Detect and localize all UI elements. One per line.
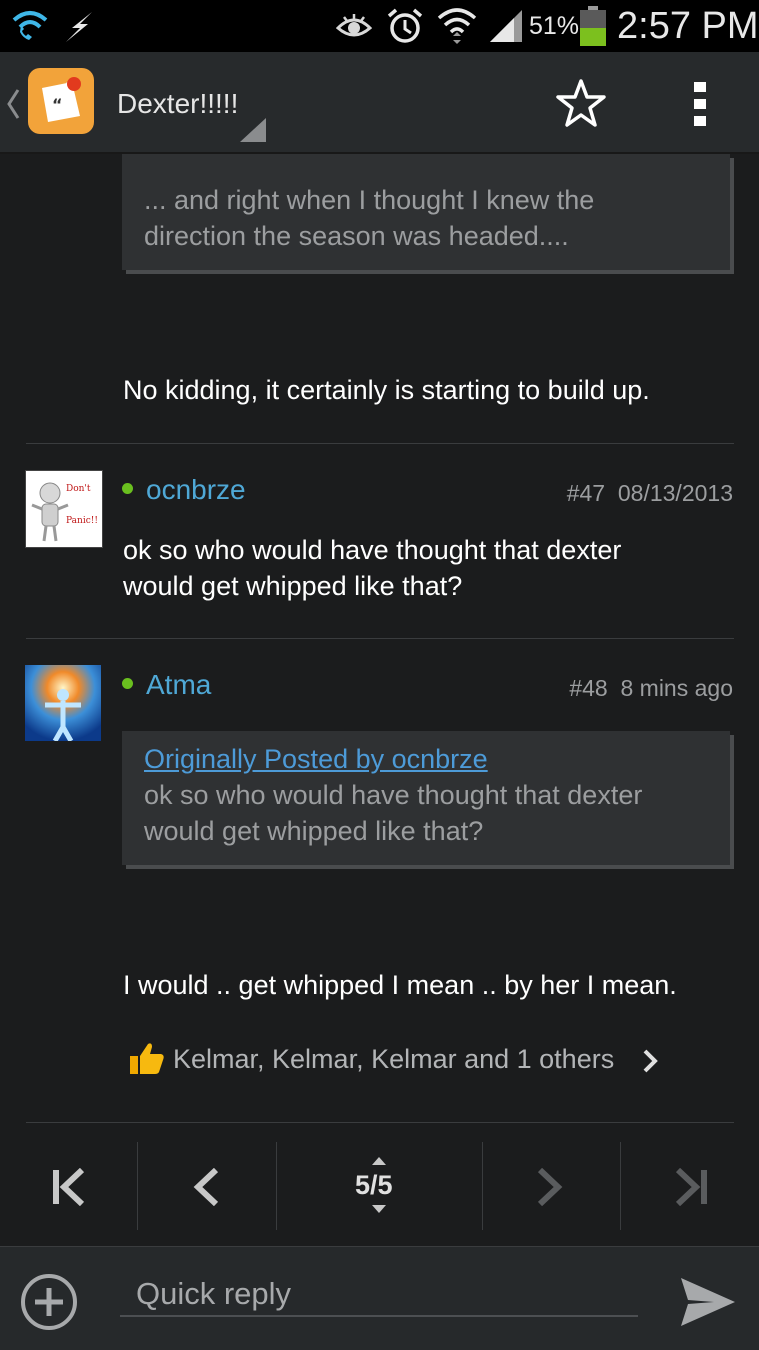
previous-page-button[interactable]	[140, 1140, 274, 1232]
first-page-icon	[53, 1168, 85, 1206]
overflow-menu-icon[interactable]	[688, 80, 712, 128]
up-navigation-button[interactable]: “	[6, 68, 106, 136]
dropdown-corner-icon	[240, 118, 266, 142]
post-date: 08/13/2013	[617, 480, 733, 506]
avatar[interactable]: Don't Panic!!	[25, 470, 103, 548]
online-status-icon	[122, 678, 133, 689]
likes-row[interactable]: Kelmar, Kelmar, Kelmar and 1 others	[120, 1034, 680, 1084]
thread-title-dropdown[interactable]: Dexter!!!!!	[108, 72, 268, 144]
wifi-calling-icon	[12, 11, 48, 40]
svg-text:“: “	[52, 95, 63, 114]
thread-posts[interactable]: ... and right when I thought I knew the …	[0, 154, 759, 1246]
post-meta: #48 8 mins ago	[569, 675, 733, 702]
thumbs-up-icon	[130, 1043, 164, 1074]
page-indicator: 5/5	[355, 1170, 393, 1200]
pagination-bar: 5/5	[0, 1140, 759, 1232]
post-number[interactable]: #48	[569, 675, 607, 701]
send-icon[interactable]	[678, 1275, 738, 1329]
battery-percent: 51%	[529, 12, 580, 40]
clock-time: 2:57 PM	[617, 5, 759, 47]
arrow-up-icon	[372, 1157, 386, 1165]
thread-title: Dexter!!!!!	[117, 88, 239, 119]
chevron-right-icon	[537, 1168, 563, 1206]
post-author[interactable]: ocnbrze	[146, 474, 246, 506]
post-body: ok so who would have thought that dexter…	[123, 532, 621, 604]
alarm-clock-icon	[387, 8, 423, 43]
quote-text-line: would get whipped like that?	[144, 816, 484, 846]
wifi-signal-icon	[437, 8, 477, 44]
last-page-icon	[675, 1168, 707, 1206]
chevron-left-icon	[193, 1168, 219, 1206]
smart-stay-eye-icon	[336, 14, 372, 37]
likes-names: Kelmar, Kelmar, Kelmar and 1 others	[173, 1044, 615, 1074]
post-divider	[26, 638, 734, 639]
post-body: I would .. get whipped I mean .. by her …	[123, 970, 677, 1000]
svg-text:Panic!!: Panic!!	[66, 516, 98, 526]
quote-block: Originally Posted by ocnbrze ok so who w…	[122, 731, 730, 865]
arrow-down-icon	[372, 1205, 386, 1213]
chevron-left-icon	[7, 89, 20, 119]
svg-text:Don't: Don't	[66, 484, 91, 494]
quote-text: ... and right when I thought I knew the …	[144, 185, 595, 251]
post-date: 8 mins ago	[620, 675, 733, 701]
quote-source-link[interactable]: Originally Posted by ocnbrze	[144, 741, 708, 777]
status-bar: 51% 2:57 PM	[0, 0, 759, 52]
quote-block: ... and right when I thought I knew the …	[122, 154, 730, 270]
cell-signal-icon	[490, 10, 522, 42]
next-page-button[interactable]	[484, 1140, 618, 1232]
first-page-button[interactable]	[26, 1140, 136, 1232]
page-selector[interactable]: 5/5	[278, 1140, 480, 1232]
post-divider	[26, 1122, 734, 1123]
post-divider	[26, 443, 734, 444]
online-status-icon	[122, 483, 133, 494]
post-body-line: would get whipped like that?	[123, 571, 463, 601]
post-body-line: ok so who would have thought that dexter	[123, 535, 622, 565]
quick-reply-input[interactable]	[120, 1273, 638, 1317]
quick-reply-bar	[0, 1246, 759, 1350]
post-author[interactable]: Atma	[146, 669, 211, 701]
quote-text-line: ok so who would have thought that dexter	[144, 780, 643, 810]
app-logo-icon: “	[28, 68, 94, 134]
chevron-right-icon	[643, 1049, 658, 1073]
post-body: No kidding, it certainly is starting to …	[123, 375, 650, 405]
last-page-button[interactable]	[622, 1140, 734, 1232]
post-number[interactable]: #47	[567, 480, 605, 506]
battery-icon	[580, 6, 606, 46]
avatar[interactable]	[25, 665, 101, 741]
star-favorite-icon[interactable]	[555, 78, 607, 130]
action-bar: “ Dexter!!!!!	[0, 52, 759, 154]
post-meta: #47 08/13/2013	[567, 480, 733, 507]
add-attachment-icon[interactable]	[20, 1273, 78, 1331]
usb-lightning-icon	[66, 12, 92, 42]
